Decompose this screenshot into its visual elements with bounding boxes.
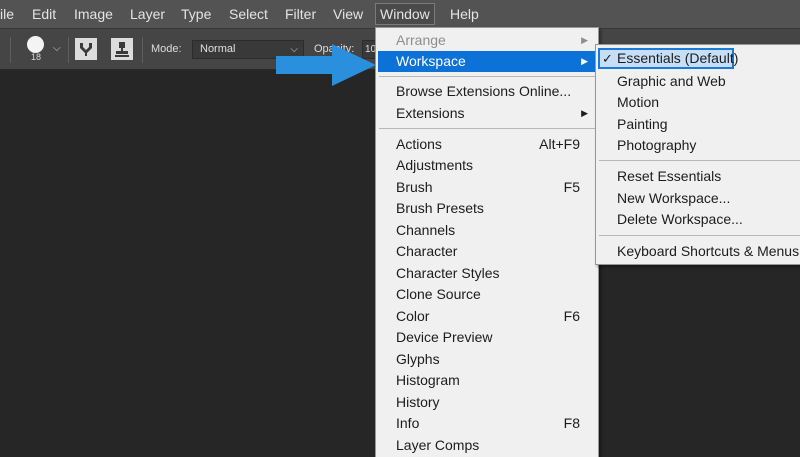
menu-item-adjustments[interactable]: Adjustments [378,155,596,176]
menu-item-shortcut: F5 [563,179,580,195]
menu-item-shortcut: Alt+F9 [539,136,580,152]
menu-separator [379,128,597,129]
menu-item-label: New Workspace... [617,190,731,206]
menu-item-clone-source[interactable]: Clone Source [378,284,596,305]
workspace-item-essentials[interactable]: ✓ Essentials (Default) [598,48,738,69]
menu-layer[interactable]: Layer [126,3,169,25]
menu-item-label: Info [396,415,420,431]
submenu-arrow-icon: ▶ [581,56,588,66]
menu-window[interactable]: Window [375,3,435,25]
mode-value: Normal [200,43,236,55]
menu-bar: ile Edit Image Layer Type Select Filter … [0,0,800,28]
menu-file[interactable]: ile [0,3,18,25]
menu-item-brush-presets[interactable]: Brush Presets [378,198,596,219]
menu-item-label: Adjustments [396,157,474,173]
menu-item-label: Painting [617,116,668,132]
menu-item-extensions[interactable]: Extensions ▶ [378,103,596,124]
separator [10,37,11,63]
submenu-arrow-icon: ▶ [581,35,588,45]
workspace-item-graphic-web[interactable]: Graphic and Web [598,71,800,92]
menu-item-layer-comps[interactable]: Layer Comps [378,435,596,456]
menu-item-label: Arrange [396,32,446,48]
menu-item-label: Character [396,243,458,259]
menu-item-arrange[interactable]: Arrange ▶ [378,30,596,51]
menu-item-label: Browse Extensions Online... [396,83,572,99]
menu-item-browse-extensions[interactable]: Browse Extensions Online... [378,81,596,102]
menu-item-label: Clone Source [396,286,481,302]
menu-item-actions[interactable]: Actions Alt+F9 [378,134,596,155]
menu-item-shortcut: F6 [563,308,580,324]
menu-item-label: Layer Comps [396,437,480,453]
workspace-item-motion[interactable]: Motion [598,92,800,113]
menu-item-label: Channels [396,222,456,238]
menu-item-label: Motion [617,94,660,110]
workspace-item-new[interactable]: New Workspace... [598,188,800,209]
workspace-submenu: ✓ Essentials (Default) Graphic and Web M… [595,44,800,265]
menu-item-label: Actions [396,136,442,152]
menu-help[interactable]: Help [446,3,483,25]
chevron-down-icon[interactable]: ⌵ [53,43,61,54]
menu-item-character[interactable]: Character [378,241,596,262]
menu-item-character-styles[interactable]: Character Styles [378,263,596,284]
menu-image[interactable]: Image [70,3,117,25]
workspace-item-reset[interactable]: Reset Essentials [598,166,800,187]
menu-item-label: Device Preview [396,329,493,345]
menu-separator [599,160,800,161]
menu-separator [379,76,597,77]
workspace-item-photography[interactable]: Photography [598,135,800,156]
checkmark-icon: ✓ [602,51,613,66]
menu-item-label: Character Styles [396,265,500,281]
menu-item-glyphs[interactable]: Glyphs [378,349,596,370]
menu-edit[interactable]: Edit [28,3,60,25]
menu-item-label: Histogram [396,372,460,388]
brush-panel-icon[interactable] [75,38,97,60]
workspace-item-delete[interactable]: Delete Workspace... [598,209,800,230]
menu-item-brush[interactable]: Brush F5 [378,177,596,198]
menu-item-histogram[interactable]: Histogram [378,370,596,391]
pointer-arrow-icon [276,44,376,86]
separator [68,37,69,63]
menu-type[interactable]: Type [177,3,215,25]
brush-preview-icon[interactable] [27,36,44,53]
mode-label: Mode: [151,43,182,55]
menu-item-label: Photography [617,137,697,153]
menu-item-channels[interactable]: Channels [378,220,596,241]
menu-filter[interactable]: Filter [281,3,320,25]
menu-item-label: History [396,394,440,410]
menu-item-device-preview[interactable]: Device Preview [378,327,596,348]
menu-item-color[interactable]: Color F6 [378,306,596,327]
menu-item-workspace[interactable]: Workspace ▶ [378,51,596,72]
brush-size-label: 18 [30,52,41,62]
menu-item-shortcut: F8 [563,415,580,431]
menu-item-label: Color [396,308,430,324]
clone-stamp-icon[interactable] [111,38,133,60]
menu-item-label: Keyboard Shortcuts & Menus... [617,243,800,259]
workspace-item-keyboard-shortcuts[interactable]: Keyboard Shortcuts & Menus... [598,241,800,262]
workspace-item-painting[interactable]: Painting [598,114,800,135]
menu-item-label: Graphic and Web [617,73,726,89]
menu-separator [599,235,800,236]
menu-item-label: Reset Essentials [617,168,722,184]
menu-select[interactable]: Select [225,3,272,25]
window-menu: Arrange ▶ Workspace ▶ Browse Extensions … [375,27,599,457]
menu-item-label: Glyphs [396,351,440,367]
menu-item-label: Delete Workspace... [617,211,743,227]
menu-item-history[interactable]: History [378,392,596,413]
menu-view[interactable]: View [329,3,367,25]
menu-item-label: Essentials (Default) [617,50,739,66]
menu-item-label: Extensions [396,105,465,121]
menu-item-info[interactable]: Info F8 [378,413,596,434]
menu-item-label: Workspace [396,53,466,69]
menu-item-label: Brush [396,179,433,195]
separator [142,37,143,63]
submenu-arrow-icon: ▶ [581,108,588,118]
menu-item-label: Brush Presets [396,200,484,216]
